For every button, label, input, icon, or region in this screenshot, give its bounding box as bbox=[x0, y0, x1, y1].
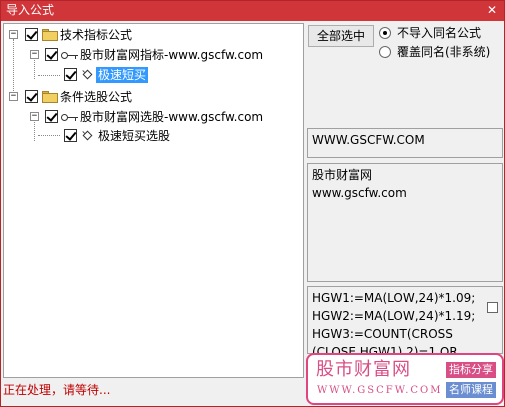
tree-node-checkbox[interactable] bbox=[45, 110, 58, 123]
formula-icon: ↘ bbox=[81, 130, 95, 144]
tree-expander[interactable]: − bbox=[9, 92, 18, 101]
key-icon bbox=[61, 51, 79, 61]
formula-source-box: HGW1:=MA(LOW,24)*1.09; HGW2:=MA(LOW,24)*… bbox=[307, 286, 503, 354]
tree-connector bbox=[34, 119, 35, 141]
tree-node-fast-short-buy[interactable]: 极速短买 bbox=[96, 67, 149, 83]
tree-node-checkbox[interactable] bbox=[25, 90, 38, 103]
tree-connector bbox=[13, 39, 14, 99]
overwrite-radio[interactable] bbox=[379, 46, 391, 58]
title-bar[interactable]: 导入公式 ✕ bbox=[1, 1, 504, 21]
description-box: 股市财富网 www.gscfw.com bbox=[307, 163, 503, 282]
tree-connector bbox=[38, 135, 60, 136]
window-title: 导入公式 bbox=[6, 3, 55, 17]
watermark-url: WWW.GSCFW.COM bbox=[317, 385, 443, 396]
no-import-radio[interactable] bbox=[379, 27, 391, 39]
tree-node-screening-group[interactable]: 股市财富网选股-www.gscfw.com bbox=[80, 109, 263, 125]
overwrite-label[interactable]: 覆盖同名(非系统) bbox=[397, 45, 490, 59]
tree-node-technical-indicators[interactable]: 技术指标公式 bbox=[60, 27, 132, 43]
formula-tree: − 技术指标公式 − 股市财富网指标-www.gscfw.com ↘ 极速短买 … bbox=[3, 23, 304, 378]
tree-expander[interactable]: − bbox=[30, 112, 39, 121]
no-import-label[interactable]: 不导入同名公式 bbox=[397, 26, 481, 40]
status-text: 正在处理，请等待... bbox=[3, 383, 111, 397]
watermark-tag-courses: 名师课程 bbox=[446, 382, 496, 398]
tree-expander[interactable]: − bbox=[9, 30, 18, 39]
watermark-tag-indicator-share: 指标分享 bbox=[446, 362, 496, 378]
key-icon bbox=[61, 113, 79, 123]
website-field: WWW.GSCFW.COM bbox=[307, 128, 503, 158]
tree-node-indicator-group[interactable]: 股市财富网指标-www.gscfw.com bbox=[80, 47, 263, 63]
formula-icon: ↘ bbox=[81, 69, 95, 83]
folder-icon bbox=[42, 91, 58, 103]
tree-expander[interactable]: − bbox=[30, 50, 39, 59]
close-icon[interactable]: ✕ bbox=[484, 2, 500, 19]
folder-icon bbox=[42, 29, 58, 41]
tree-connector bbox=[34, 57, 35, 79]
tree-node-fast-short-buy-screening[interactable]: 极速短买选股 bbox=[98, 128, 170, 144]
formula-box-checkbox[interactable] bbox=[487, 302, 498, 313]
tree-node-checkbox[interactable] bbox=[25, 28, 38, 41]
tree-node-checkbox[interactable] bbox=[64, 68, 77, 81]
tree-node-condition-screening[interactable]: 条件选股公式 bbox=[60, 89, 132, 105]
import-formula-dialog: 导入公式 ✕ − 技术指标公式 − 股市财富网指标-www.gscfw.com … bbox=[0, 0, 505, 407]
watermark-logo: 股市财富网 WWW.GSCFW.COM 指标分享 名师课程 bbox=[306, 353, 504, 405]
select-all-button[interactable]: 全部选中 bbox=[308, 25, 374, 47]
tree-node-checkbox[interactable] bbox=[45, 48, 58, 61]
tree-node-checkbox[interactable] bbox=[64, 129, 77, 142]
watermark-brand: 股市财富网 bbox=[316, 359, 411, 380]
tree-connector bbox=[38, 75, 60, 76]
